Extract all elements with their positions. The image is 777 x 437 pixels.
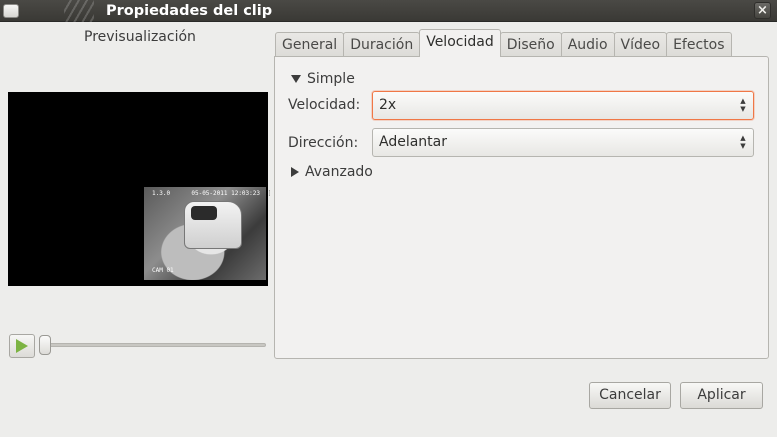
- simple-section-label: Simple: [307, 71, 355, 87]
- triangle-down-icon: [291, 75, 301, 83]
- play-icon: [16, 339, 28, 353]
- tab-video[interactable]: Vídeo: [613, 32, 668, 57]
- advanced-section-label: Avanzado: [305, 164, 373, 180]
- preview-label: Previsualización: [84, 29, 196, 45]
- video-overlay-camera: CAM 01: [152, 267, 174, 274]
- video-frame-thumbnail: 1.3.0 05-05-2011 12:03:23 CAM 01: [144, 187, 266, 280]
- tab-general[interactable]: General: [275, 32, 345, 57]
- triangle-right-icon: [291, 167, 299, 177]
- up-down-arrows-icon: ▲ ▼: [740, 97, 746, 113]
- speed-value: 2x: [379, 97, 397, 113]
- tab-velocidad[interactable]: Velocidad: [419, 29, 501, 57]
- simple-section-header[interactable]: Simple: [291, 71, 355, 87]
- window-menu-icon[interactable]: [0, 0, 22, 22]
- tab-diseno[interactable]: Diseño: [499, 32, 562, 57]
- direction-combo[interactable]: Adelantar ▲ ▼: [372, 128, 754, 157]
- tab-audio[interactable]: Audio: [560, 32, 615, 57]
- up-down-arrows-icon: ▲ ▼: [740, 134, 746, 150]
- tab-efectos[interactable]: Efectos: [666, 32, 732, 57]
- advanced-section-header[interactable]: Avanzado: [291, 164, 373, 180]
- apply-button[interactable]: Aplicar: [680, 382, 763, 409]
- video-overlay-top-left: 1.3.0: [152, 190, 171, 197]
- video-preview: 1.3.0 05-05-2011 12:03:23 CAM 01: [8, 92, 268, 286]
- speed-combo[interactable]: 2x ▲ ▼: [372, 91, 754, 120]
- video-car-image: [184, 201, 242, 249]
- titlebar-decoration: [64, 0, 94, 22]
- tab-duracion[interactable]: Duración: [343, 32, 421, 57]
- video-overlay-timestamp: 05-05-2011 12:03:23: [191, 190, 260, 197]
- seek-slider-track[interactable]: [44, 343, 266, 347]
- direction-value: Adelantar: [379, 134, 447, 150]
- tab-bar: General Duración Velocidad Diseño Audio …: [275, 29, 732, 57]
- speed-label: Velocidad:: [288, 97, 361, 113]
- title-bar: Propiedades del clip ×: [0, 0, 777, 22]
- close-icon[interactable]: ×: [754, 2, 771, 19]
- cancel-button[interactable]: Cancelar: [589, 382, 671, 409]
- play-button[interactable]: [9, 334, 35, 358]
- window-title: Propiedades del clip: [106, 3, 273, 19]
- direction-label: Dirección:: [288, 135, 359, 151]
- seek-slider-thumb[interactable]: [39, 335, 51, 355]
